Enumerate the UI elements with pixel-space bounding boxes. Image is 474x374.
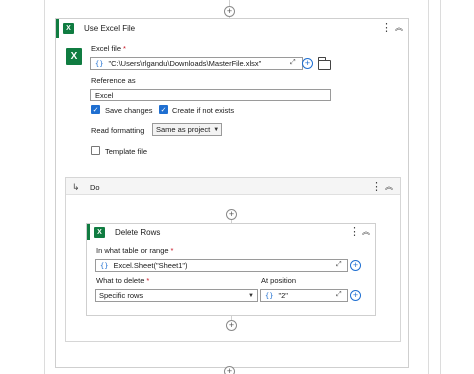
do-block-title: Do bbox=[90, 183, 100, 192]
create-if-not-exists-checkbox[interactable]: ✓ bbox=[159, 105, 168, 114]
do-arrow-icon: ↳ bbox=[72, 182, 80, 192]
browse-folder-icon[interactable] bbox=[318, 57, 331, 70]
expand-editor-icon[interactable]: ⤢ bbox=[290, 59, 296, 67]
excel-file-value: "C:\Users\rlgandu\Downloads\MasterFile.x… bbox=[108, 59, 262, 68]
what-to-delete-label: What to delete * bbox=[96, 276, 150, 285]
at-position-value: "2" bbox=[278, 291, 288, 300]
what-to-delete-value: Specific rows bbox=[99, 291, 144, 300]
table-range-value: Excel.Sheet("Sheet1") bbox=[113, 261, 188, 270]
excel-file-icon: X bbox=[66, 48, 82, 65]
read-formatting-label: Read formatting bbox=[91, 126, 145, 135]
do-block-header[interactable] bbox=[66, 178, 400, 195]
excel-icon: X bbox=[63, 23, 74, 34]
chevron-down-icon: ▼ bbox=[213, 126, 220, 133]
chevron-down-icon: ▼ bbox=[248, 292, 254, 299]
table-range-plus-button[interactable]: + bbox=[350, 260, 361, 271]
use-excel-file-title: Use Excel File bbox=[84, 24, 136, 33]
excel-file-input[interactable]: {} "C:\Users\rlgandu\Downloads\MasterFil… bbox=[90, 57, 303, 70]
reference-as-label: Reference as bbox=[91, 76, 136, 85]
delete-rows-more-icon[interactable]: ⋮ bbox=[349, 225, 360, 238]
save-changes-checkbox[interactable]: ✓ bbox=[91, 105, 100, 114]
add-activity-button[interactable]: + bbox=[226, 209, 237, 220]
delete-rows-header[interactable]: X Delete Rows bbox=[87, 224, 375, 240]
create-if-not-exists-label: Create if not exists bbox=[172, 106, 235, 115]
canvas-rail bbox=[428, 0, 429, 374]
use-excel-more-icon[interactable]: ⋮ bbox=[381, 21, 392, 34]
expand-editor-icon[interactable]: ⤢ bbox=[336, 261, 342, 269]
excel-file-label: Excel file * bbox=[91, 44, 126, 53]
read-formatting-dropdown[interactable]: Same as project ▼ bbox=[152, 123, 222, 136]
delete-rows-collapse-icon[interactable]: ︽ bbox=[362, 226, 370, 237]
at-position-input[interactable]: {} "2" bbox=[260, 289, 348, 302]
delete-rows-title: Delete Rows bbox=[115, 227, 161, 237]
use-excel-file-card[interactable]: X Use Excel File ⋮ ︽ X Excel file * {} "C… bbox=[55, 18, 409, 368]
use-excel-file-header[interactable]: X Use Excel File bbox=[56, 19, 408, 38]
use-excel-collapse-icon[interactable]: ︽ bbox=[395, 22, 403, 33]
reference-as-input[interactable]: Excel bbox=[90, 89, 331, 101]
template-file-checkbox[interactable] bbox=[91, 146, 100, 155]
what-to-delete-dropdown[interactable]: Specific rows ▼ bbox=[95, 289, 258, 302]
delete-rows-card[interactable]: X Delete Rows ⋮ ︽ In what table or range… bbox=[86, 223, 376, 316]
template-file-label: Template file bbox=[105, 147, 148, 156]
canvas-rail bbox=[44, 0, 45, 374]
at-position-plus-button[interactable]: + bbox=[350, 290, 361, 301]
expression-brace-icon: {} bbox=[100, 261, 109, 270]
expand-editor-icon[interactable]: ⤢ bbox=[336, 291, 342, 299]
do-block-collapse-icon[interactable]: ︽ bbox=[385, 181, 393, 192]
do-block[interactable]: ↳ Do ⋮ ︽ + X Delete Rows ⋮ ︽ In what tab… bbox=[65, 177, 401, 342]
canvas-rail bbox=[440, 0, 441, 374]
expression-brace-icon: {} bbox=[95, 59, 104, 68]
do-block-more-icon[interactable]: ⋮ bbox=[371, 180, 382, 193]
add-activity-bottom-button[interactable]: + bbox=[224, 366, 235, 374]
excel-file-plus-button[interactable]: + bbox=[302, 58, 313, 69]
table-range-input[interactable]: {} Excel.Sheet("Sheet1") bbox=[95, 259, 348, 272]
table-range-label: In what table or range * bbox=[96, 246, 174, 255]
expression-brace-icon: {} bbox=[265, 291, 274, 300]
read-formatting-value: Same as project bbox=[156, 125, 211, 134]
at-position-label: At position bbox=[261, 276, 297, 285]
save-changes-label: Save changes bbox=[105, 106, 153, 115]
add-activity-top-button[interactable]: + bbox=[224, 6, 235, 17]
add-activity-button[interactable]: + bbox=[226, 320, 237, 331]
excel-icon: X bbox=[94, 226, 105, 238]
